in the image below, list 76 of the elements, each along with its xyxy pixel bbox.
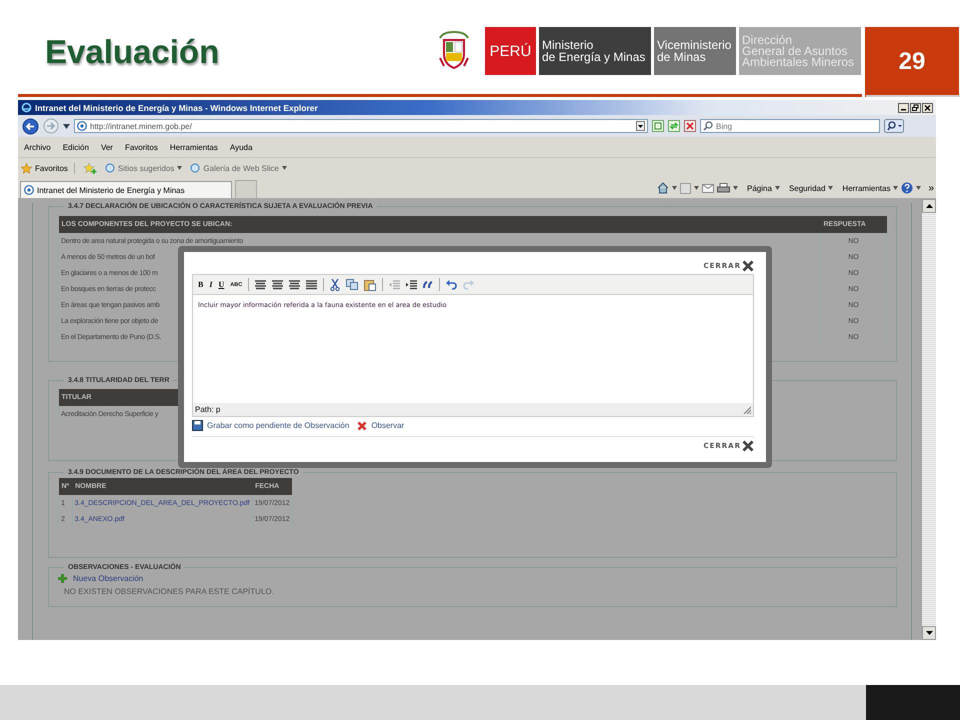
menu-item[interactable]: Archivo xyxy=(24,142,51,152)
back-icon[interactable] xyxy=(22,118,39,134)
printer-icon[interactable] xyxy=(717,182,730,194)
format-button[interactable]: U xyxy=(218,280,224,289)
mail-icon[interactable] xyxy=(702,184,714,192)
scroll-down-button[interactable] xyxy=(922,626,936,640)
dropdown-arrow-icon[interactable] xyxy=(63,124,70,128)
element-path: Path: p xyxy=(195,405,220,414)
copy-icon[interactable] xyxy=(346,279,358,290)
observe-link[interactable]: Observar xyxy=(371,421,404,430)
align-icon[interactable] xyxy=(272,280,284,290)
institution-logo: Viceministerio de Minas xyxy=(654,27,736,75)
institution-logo: Ministerio de Energía y Minas xyxy=(539,27,651,75)
more-commands-button[interactable]: » xyxy=(928,182,934,194)
undo-icon[interactable] xyxy=(446,280,458,290)
caret-icon[interactable] xyxy=(916,186,922,190)
resize-grip-icon[interactable] xyxy=(743,406,751,414)
caret-icon xyxy=(828,186,834,190)
caret-icon[interactable] xyxy=(672,186,678,190)
coat-of-arms-icon xyxy=(438,30,470,72)
favorites-link[interactable]: Sitios sugeridos xyxy=(104,163,182,173)
align-icon[interactable] xyxy=(289,280,300,290)
minimize-icon[interactable] xyxy=(898,102,909,112)
close-icon[interactable] xyxy=(922,102,933,112)
align-icon[interactable] xyxy=(255,280,266,290)
close-icon xyxy=(742,260,754,272)
search-icon xyxy=(703,121,713,131)
refresh-icon[interactable] xyxy=(668,120,680,132)
close-icon xyxy=(742,440,754,452)
caret-icon xyxy=(177,166,182,170)
caret-icon xyxy=(282,166,287,170)
star-icon xyxy=(21,162,32,174)
page-number: 29 xyxy=(865,27,959,97)
quote-icon[interactable] xyxy=(423,280,434,288)
country-logo: PERÚ xyxy=(485,27,536,75)
scrollbar[interactable] xyxy=(922,199,936,640)
paste-icon[interactable] xyxy=(364,278,376,290)
window-title: Intranet del Ministerio de Energía y Minas - Windows Internet Explorer xyxy=(35,102,318,112)
command-menu[interactable]: Página xyxy=(747,184,780,192)
plus-icon xyxy=(58,574,67,583)
new-observation-link[interactable]: Nueva Observación xyxy=(73,574,144,583)
caret-icon xyxy=(893,186,898,190)
menu-item[interactable]: Ver xyxy=(100,142,113,152)
indent-icon[interactable] xyxy=(406,280,418,290)
x-icon xyxy=(357,420,368,430)
arrow-up-icon xyxy=(926,204,932,208)
caret-icon xyxy=(774,186,780,190)
save-link[interactable]: Grabar como pendiente de Observación xyxy=(207,421,350,430)
menu-item[interactable]: Ayuda xyxy=(230,142,252,152)
caret-icon[interactable] xyxy=(733,186,738,190)
help-icon[interactable] xyxy=(901,182,914,194)
arrow-down-icon xyxy=(926,631,932,635)
favorites-link[interactable]: Galería de Web Slice xyxy=(190,163,287,173)
home-icon[interactable] xyxy=(657,182,670,194)
favorites-button[interactable]: Favoritos xyxy=(21,162,75,174)
format-button[interactable]: B xyxy=(198,280,204,289)
search-button-icon[interactable] xyxy=(884,119,904,133)
scissors-icon[interactable] xyxy=(330,278,340,290)
slide-title: Evaluación xyxy=(45,33,220,71)
command-menu[interactable]: Herramientas xyxy=(842,184,898,192)
empty-message: NO EXISTEN OBSERVACIONES PARA ESTE CAPÍTULO. xyxy=(64,587,275,596)
menu-item[interactable]: Favoritos xyxy=(124,142,158,152)
command-menu[interactable]: Seguridad xyxy=(788,184,834,192)
menu-item[interactable]: Edición xyxy=(62,142,89,152)
scroll-up-button[interactable] xyxy=(922,199,936,213)
stop-icon[interactable] xyxy=(684,120,696,132)
address-field[interactable]: http://intranet.minem.gob.pe/ xyxy=(74,119,648,133)
format-button[interactable]: I xyxy=(209,280,212,289)
align-icon[interactable] xyxy=(306,280,318,290)
browser-logo-icon xyxy=(21,102,32,113)
menu-item[interactable]: Herramientas xyxy=(170,142,218,152)
caret-icon[interactable] xyxy=(694,186,700,190)
restore-icon[interactable] xyxy=(910,102,921,112)
search-field[interactable]: Bing xyxy=(700,119,880,133)
institution-logo: Dirección General de Asuntos Ambientales Mineros xyxy=(739,27,861,75)
browser-tab[interactable]: Intranet del Ministerio de Energía y Minas xyxy=(20,181,232,198)
